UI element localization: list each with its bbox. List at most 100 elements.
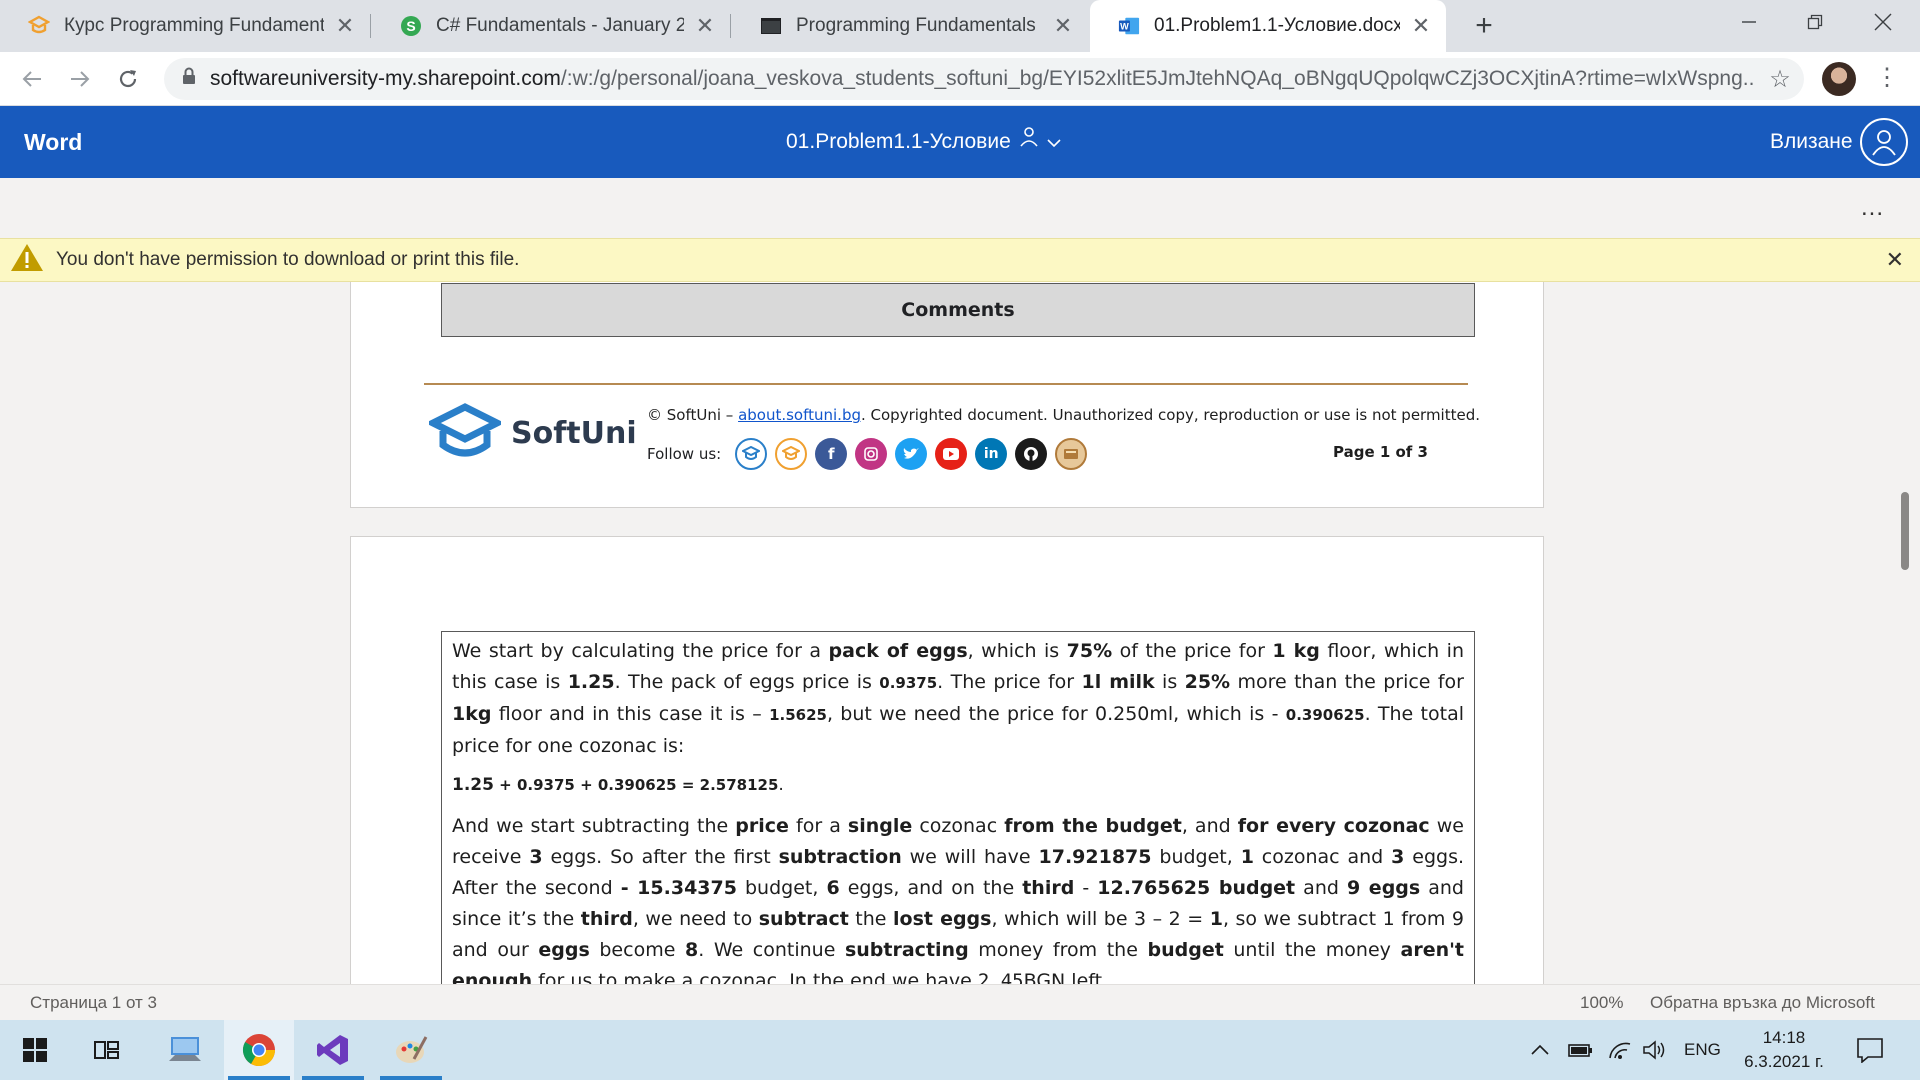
text-run: third [580,908,633,930]
twitter-icon[interactable] [895,438,928,470]
text-run: is [1154,671,1185,693]
forward-button[interactable] [62,61,98,97]
text-run: 1 kg [1272,640,1320,662]
text-run: floor and in this case it is – [491,703,770,725]
text-run: 17.921875 [1038,846,1152,868]
visual-studio-icon [317,1035,348,1065]
taskbar-chrome[interactable] [224,1020,294,1080]
url-text: softwareuniversity-my.sharepoint.com/:w:… [210,67,1756,91]
text-run: 6 [826,877,840,899]
softuni-logo-icon [429,403,501,457]
feedback-link[interactable]: Обратна връзка до Microsoft [1650,993,1875,1013]
browser-tab-programming-fundamentals-mid[interactable]: Programming Fundamentals Mid ✕ [732,0,1088,52]
address-bar[interactable]: softwareuniversity-my.sharepoint.com/:w:… [164,58,1804,100]
text-run: , which is [967,640,1067,662]
text-run: 0.390625 [1285,706,1365,724]
text-run: + 0.9375 + 0.390625 = 2.578125 [493,776,779,794]
document-title-text: 01.Problem1.1-Условие [786,130,1011,153]
battery-status[interactable] [1568,1020,1594,1080]
text-run: cozonac and [1253,846,1392,868]
new-tab-button[interactable]: + [1466,8,1502,44]
facebook-icon[interactable]: f [815,438,848,470]
input-language[interactable]: ENG [1684,1020,1721,1080]
chrome-icon [242,1034,276,1067]
document-scrollbar-thumb[interactable] [1901,492,1909,570]
restore-icon [1807,14,1823,30]
sign-in-link[interactable]: Влизане [1770,106,1853,178]
softuni-foundation-icon[interactable] [775,438,808,470]
app-name[interactable]: Word [24,106,82,178]
account-avatar-icon[interactable] [1860,118,1908,166]
close-tab-icon[interactable]: ✕ [1052,13,1074,39]
browser-tab-csharp-fundamentals[interactable]: S C# Fundamentals - January 2021 ✕ [372,0,730,52]
computer-icon [169,1037,201,1061]
task-view-button[interactable] [72,1020,142,1080]
text-run: from the budget [1004,815,1182,837]
word-icon: W [1118,15,1140,37]
follow-label: Follow us: [647,445,722,463]
explanation-paragraph-2: And we start subtracting the price for a… [452,811,1464,984]
system-clock[interactable]: 14:18 6.3.2021 г. [1724,1026,1844,1074]
volume-control[interactable] [1642,1020,1666,1080]
footer-divider [424,383,1468,385]
youtube-icon[interactable] [935,438,968,470]
taskbar-visual-studio[interactable] [298,1020,368,1080]
network-status[interactable] [1608,1020,1632,1080]
solution-explanation-box: We start by calculating the price for a … [441,631,1475,984]
start-button[interactable] [0,1020,70,1080]
more-options-button[interactable]: ... [1861,194,1884,222]
bookmark-star-icon[interactable]: ☆ [1756,65,1804,94]
action-center-button[interactable] [1856,1020,1884,1080]
taskbar-paint[interactable] [376,1020,446,1080]
about-softuni-link[interactable]: about.softuni.bg [738,406,861,424]
blog-icon[interactable] [1055,438,1088,470]
text-run: - [1074,877,1098,899]
battery-icon [1568,1044,1592,1057]
linkedin-icon[interactable]: in [975,438,1008,470]
close-tab-icon[interactable]: ✕ [694,13,716,39]
text-run: for a [788,815,848,837]
browser-tab-word-document[interactable]: W 01.Problem1.1-Условие.docx ✕ [1090,0,1446,52]
text-run: become [589,939,685,961]
taskbar-file-explorer[interactable] [150,1020,220,1080]
minimize-window-button[interactable] [1716,0,1782,44]
reload-button[interactable] [110,61,146,97]
dismiss-warning-icon[interactable]: ✕ [1886,247,1904,273]
restore-window-button[interactable] [1782,0,1848,44]
text-run: We start by calculating the price for a [452,640,829,662]
softuni-logo: SoftUni [429,403,637,463]
close-window-button[interactable] [1850,0,1916,44]
url-host: softwareuniversity-my.sharepoint.com [210,67,561,90]
close-tab-icon[interactable]: ✕ [334,13,356,39]
tab-title: Курс Programming Fundamental [64,15,324,36]
show-hidden-icons[interactable] [1530,1020,1550,1080]
document-title[interactable]: 01.Problem1.1-Условие [786,106,1061,178]
text-run: eggs. So after the first [542,846,779,868]
zoom-level[interactable]: 100% [1580,993,1623,1013]
minimize-icon [1742,21,1756,23]
windows-logo-icon [23,1038,47,1062]
browser-toolbar: softwareuniversity-my.sharepoint.com/:w:… [0,52,1920,106]
speaker-icon [1643,1040,1665,1060]
text-run: , we need to [632,908,759,930]
github-icon[interactable] [1015,438,1048,470]
softuni-social-icon[interactable] [735,438,768,470]
explanation-paragraph-1: We start by calculating the price for a … [452,636,1464,762]
copyright-suffix: . Copyrighted document. Unauthorized cop… [861,406,1481,424]
text-run: single [847,815,913,837]
browser-tab-softuni-course[interactable]: Курс Programming Fundamental ✕ [0,0,370,52]
text-run: 12.765625 budget [1097,877,1296,899]
text-run: . The pack of eggs price is [614,671,880,693]
instagram-icon[interactable] [855,438,888,470]
text-run: 1.25 [567,671,615,693]
profile-avatar[interactable] [1822,62,1856,96]
text-run: of the price for [1112,640,1273,662]
document-canvas[interactable]: Comments SoftUni © SoftUni – about.softu… [0,282,1920,984]
word-header: Word 01.Problem1.1-Условие Влизане [0,106,1920,178]
text-run: 3 [529,846,543,868]
browser-menu-icon[interactable]: ⋮ [1872,64,1902,94]
close-tab-icon[interactable]: ✕ [1410,13,1432,39]
text-run: 1.5625 [769,706,827,724]
back-button[interactable] [14,61,50,97]
text-run: And we start subtracting the [452,815,736,837]
